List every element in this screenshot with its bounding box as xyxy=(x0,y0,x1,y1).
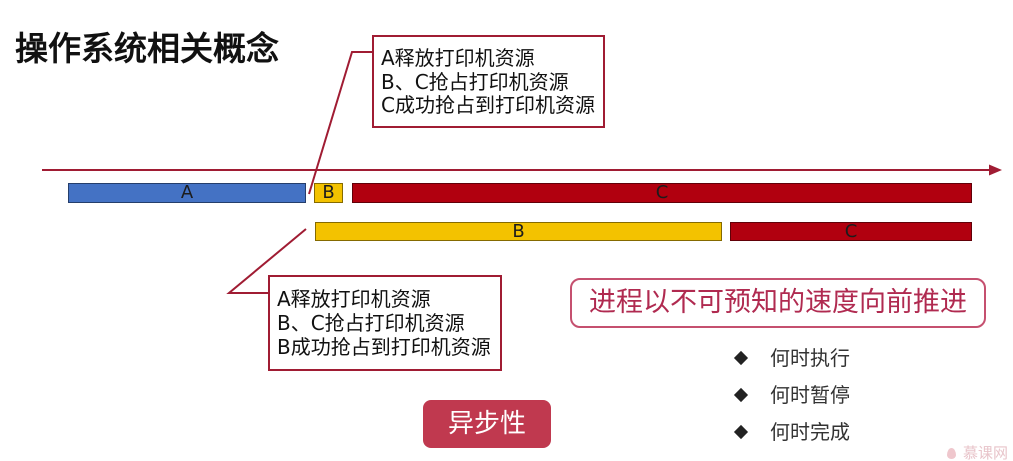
flame-icon xyxy=(947,448,956,459)
diamond-icon xyxy=(733,350,749,366)
bullet-list: 何时执行 何时暂停 何时完成 xyxy=(733,340,893,451)
bar-label: B xyxy=(512,222,525,241)
watermark-logo: 慕课网 xyxy=(944,445,1013,461)
callout-bottom: A释放打印机资源 B、C抢占打印机资源 B成功抢占到打印机资源 xyxy=(268,275,502,371)
bullet-text: 何时完成 xyxy=(770,420,850,444)
callout-line: B、C抢占打印机资源 xyxy=(277,311,465,335)
leader-line-top xyxy=(308,51,372,195)
asynchrony-badge: 异步性 xyxy=(423,400,551,448)
bar-label: A xyxy=(180,183,194,203)
process-bar-b-alt: B xyxy=(315,222,722,241)
bar-label: B xyxy=(322,183,335,203)
process-bar-c: C xyxy=(352,183,972,203)
callout-line: A释放打印机资源 xyxy=(381,46,535,70)
bullet-text: 何时执行 xyxy=(770,346,850,370)
statement-box: 进程以不可预知的速度向前推进 xyxy=(570,278,986,328)
process-bar-b: B xyxy=(314,183,343,203)
process-bar-c-alt: C xyxy=(730,222,972,241)
callout-line: B成功抢占到打印机资源 xyxy=(277,335,491,359)
bullet-text: 何时暂停 xyxy=(770,383,850,407)
timeline-arrowhead-icon xyxy=(989,164,1002,176)
callout-line: C成功抢占到打印机资源 xyxy=(381,93,595,117)
diamond-icon xyxy=(733,424,749,440)
callout-line: A释放打印机资源 xyxy=(277,287,431,311)
bar-label: C xyxy=(844,222,858,241)
callout-line: B、C抢占打印机资源 xyxy=(381,69,569,94)
callout-top: A释放打印机资源 B、C抢占打印机资源 C成功抢占到打印机资源 xyxy=(372,35,605,128)
diamond-icon xyxy=(733,387,749,403)
bullet-item: 何时完成 xyxy=(733,414,893,451)
statement-text: 进程以不可预知的速度向前推进 xyxy=(589,287,967,318)
bullet-item: 何时暂停 xyxy=(733,377,893,414)
process-bar-a: A xyxy=(68,183,306,203)
bullet-item: 何时执行 xyxy=(733,340,893,377)
watermark-text: 慕课网 xyxy=(963,445,1009,461)
bar-label: C xyxy=(655,183,669,203)
